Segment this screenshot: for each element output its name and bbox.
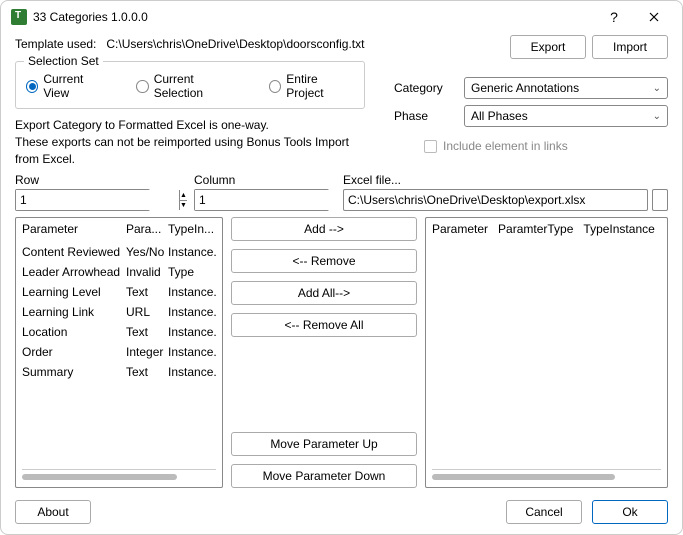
- column-label: Column: [194, 173, 329, 187]
- about-button[interactable]: About: [15, 500, 91, 524]
- phase-select[interactable]: All Phases ⌄: [464, 105, 668, 127]
- template-path: C:\Users\chris\OneDrive\Desktop\doorscon…: [106, 37, 364, 51]
- window-title: 33 Categories 1.0.0.0: [33, 10, 594, 24]
- template-label: Template used:: [15, 37, 96, 51]
- radio-circle-icon: [269, 80, 281, 93]
- table-row[interactable]: Learning LevelTextInstance...: [22, 282, 216, 302]
- table-row[interactable]: Learning LinkURLInstance...: [22, 302, 216, 322]
- excel-file-input[interactable]: [343, 189, 648, 211]
- row-label: Row: [15, 173, 150, 187]
- browse-button[interactable]: [652, 189, 668, 211]
- checkbox-icon: [424, 140, 437, 153]
- cancel-button[interactable]: Cancel: [506, 500, 582, 524]
- col-parameter[interactable]: Parameter: [432, 222, 488, 236]
- selection-set-legend: Selection Set: [24, 54, 103, 68]
- include-links-checkbox[interactable]: Include element in links: [424, 139, 568, 153]
- col-paramtype[interactable]: Para...: [126, 222, 168, 236]
- column-spinner[interactable]: ▲▼: [194, 189, 329, 211]
- col-parameter[interactable]: Parameter: [22, 222, 126, 236]
- chevron-down-icon: ⌄: [653, 111, 661, 122]
- app-icon: [11, 9, 27, 25]
- ok-button[interactable]: Ok: [592, 500, 668, 524]
- category-label: Category: [394, 81, 454, 95]
- import-button[interactable]: Import: [592, 35, 668, 59]
- radio-circle-icon: [136, 80, 148, 93]
- chevron-down-icon: ⌄: [653, 83, 661, 94]
- table-row[interactable]: LocationTextInstance...: [22, 322, 216, 342]
- add-all-button[interactable]: Add All-->: [231, 281, 417, 305]
- radio-current-view[interactable]: Current View: [26, 72, 108, 100]
- help-button[interactable]: ?: [594, 3, 634, 31]
- move-down-button[interactable]: Move Parameter Down: [231, 464, 417, 488]
- column-input[interactable]: [195, 190, 358, 210]
- remove-all-button[interactable]: <-- Remove All: [231, 313, 417, 337]
- radio-dot-icon: [26, 80, 38, 93]
- table-row[interactable]: SummaryTextInstance...: [22, 362, 216, 382]
- move-up-button[interactable]: Move Parameter Up: [231, 432, 417, 456]
- spinner-up-icon[interactable]: ▲: [180, 190, 187, 201]
- row-input[interactable]: [16, 190, 179, 210]
- selected-params-list[interactable]: Parameter ParamterType TypeInstance: [425, 217, 668, 488]
- selection-set-group: Selection Set Current View Current Selec…: [15, 61, 365, 109]
- table-row[interactable]: Leader ArrowheadInvalidType: [22, 262, 216, 282]
- col-typeinst[interactable]: TypeIn...: [168, 222, 216, 236]
- col-typeinst[interactable]: TypeInstance: [583, 222, 654, 236]
- spinner-down-icon[interactable]: ▼: [180, 201, 187, 211]
- available-params-list[interactable]: Parameter Para... TypeIn... Content Revi…: [15, 217, 223, 488]
- add-button[interactable]: Add -->: [231, 217, 417, 241]
- col-paramtype[interactable]: ParamterType: [498, 222, 573, 236]
- export-button[interactable]: Export: [510, 35, 586, 59]
- table-row[interactable]: Content ReviewedYes/NoInstance...: [22, 242, 216, 262]
- desc-line-1: Export Category to Formatted Excel is on…: [15, 117, 374, 134]
- table-row[interactable]: OrderIntegerInstance...: [22, 342, 216, 362]
- category-select[interactable]: Generic Annotations ⌄: [464, 77, 668, 99]
- phase-label: Phase: [394, 109, 454, 123]
- excel-file-label: Excel file...: [343, 173, 668, 187]
- radio-current-selection[interactable]: Current Selection: [136, 72, 241, 100]
- desc-line-2: These exports can not be reimported usin…: [15, 134, 374, 168]
- row-spinner[interactable]: ▲▼: [15, 189, 150, 211]
- scrollbar-horizontal[interactable]: [432, 469, 661, 483]
- close-button[interactable]: [634, 3, 674, 31]
- scrollbar-horizontal[interactable]: [22, 469, 216, 483]
- remove-button[interactable]: <-- Remove: [231, 249, 417, 273]
- radio-entire-project[interactable]: Entire Project: [269, 72, 354, 100]
